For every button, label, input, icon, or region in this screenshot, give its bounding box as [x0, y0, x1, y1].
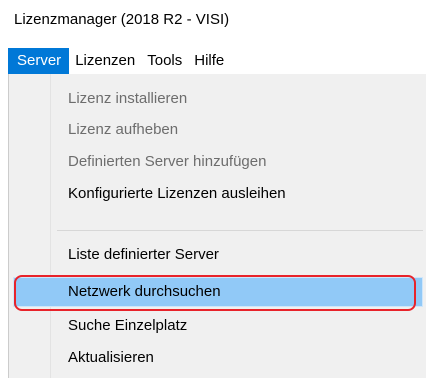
server-dropdown-menu: Lizenz installieren Lizenz aufheben Defi… [8, 74, 426, 378]
menu-item-lizenz-aufheben[interactable]: Lizenz aufheben [13, 115, 423, 145]
menu-item-label: Aktualisieren [68, 349, 154, 366]
menu-item-label: Lizenz aufheben [68, 121, 179, 138]
menu-item-label: Suche Einzelplatz [68, 317, 188, 334]
window-title: Lizenzmanager (2018 R2 - VISI) [14, 11, 230, 28]
menu-item-server-hinzufuegen[interactable]: Definierten Server hinzufügen [13, 147, 423, 177]
menu-hilfe[interactable]: Hilfe [188, 48, 230, 74]
menu-item-netzwerk-durchsuchen[interactable]: Netzwerk durchsuchen [13, 277, 423, 307]
menu-lizenzen[interactable]: Lizenzen [69, 48, 141, 74]
menu-server[interactable]: Server [8, 48, 70, 74]
screenshot: Lizenzmanager (2018 R2 - VISI) Server Li… [0, 0, 426, 378]
menu-bar: Server Lizenzen Tools Hilfe [8, 48, 426, 74]
menu-tools[interactable]: Tools [141, 48, 188, 74]
menu-item-label: Netzwerk durchsuchen [68, 283, 221, 300]
menu-separator [57, 230, 423, 231]
menu-item-label: Liste definierter Server [68, 246, 219, 263]
menu-item-liste-definierter-server[interactable]: Liste definierter Server [13, 240, 423, 270]
menu-item-label: Konfigurierte Lizenzen ausleihen [68, 185, 286, 202]
menu-item-lizenz-installieren[interactable]: Lizenz installieren [13, 84, 423, 114]
menu-item-suche-einzelplatz[interactable]: Suche Einzelplatz [13, 311, 423, 341]
menu-item-label: Definierten Server hinzufügen [68, 153, 267, 170]
menu-item-lizenzen-ausleihen[interactable]: Konfigurierte Lizenzen ausleihen [13, 179, 423, 209]
menu-item-aktualisieren[interactable]: Aktualisieren [13, 343, 423, 373]
menu-item-label: Lizenz installieren [68, 90, 188, 107]
